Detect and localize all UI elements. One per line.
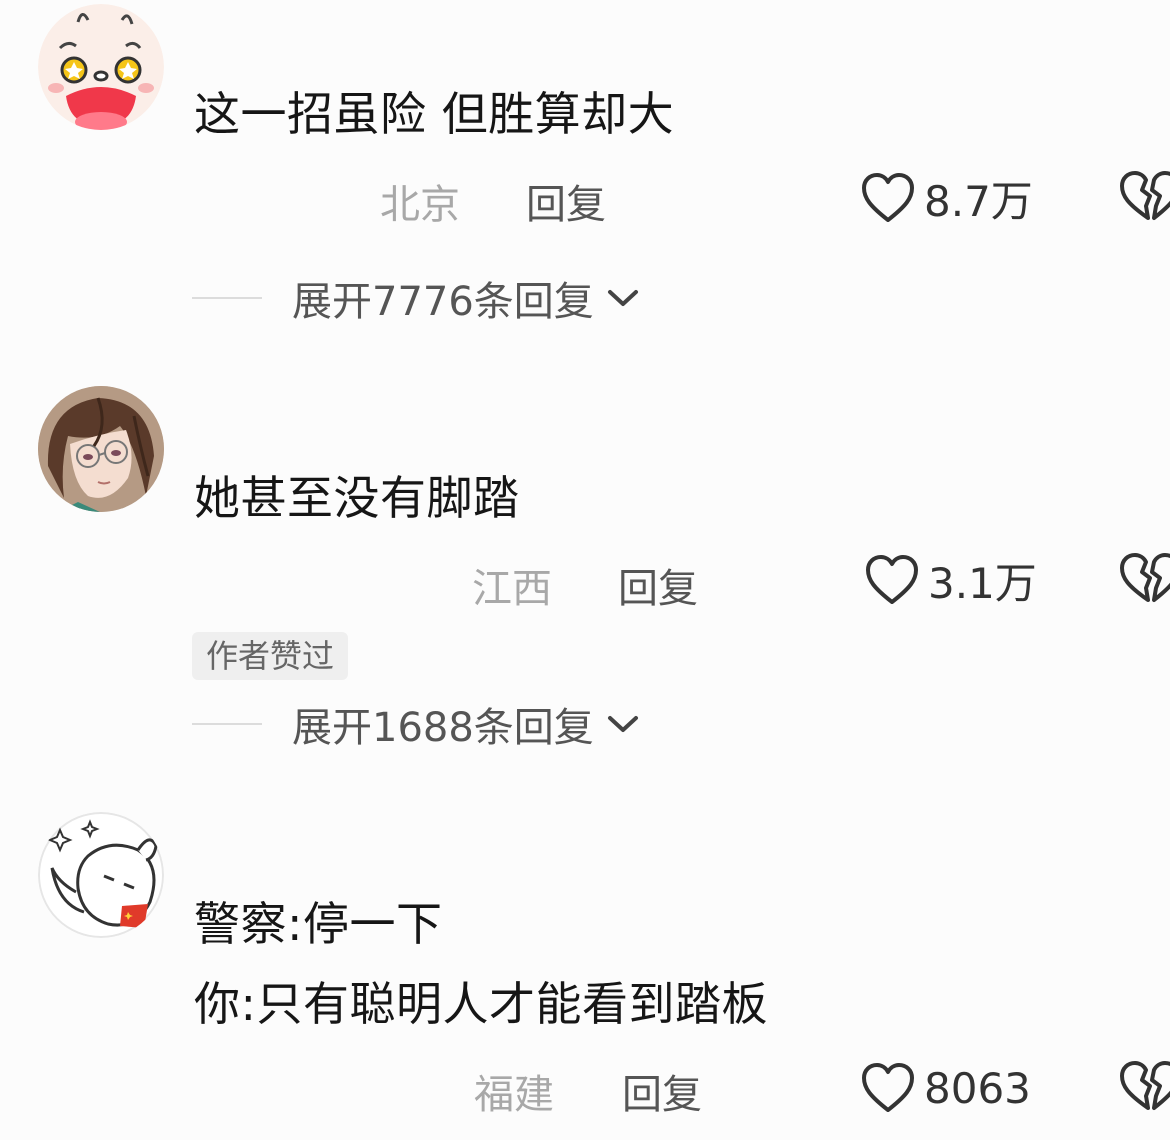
- comment-location: 福建: [474, 1072, 554, 1118]
- author-liked-badge: 作者赞过: [192, 632, 349, 680]
- divider-line: [192, 297, 262, 299]
- avatar-bunny[interactable]: [38, 4, 164, 130]
- avatar-line-rabbit[interactable]: [38, 812, 164, 938]
- reply-button[interactable]: 回复: [526, 172, 606, 230]
- comment-text-line-2: 你:只有聪明人才能看到踏板: [194, 977, 768, 1031]
- dislike-button[interactable]: [1114, 550, 1170, 606]
- chevron-down-icon: [607, 716, 638, 732]
- avatar-anime[interactable]: [38, 386, 164, 512]
- like-button[interactable]: 8063: [860, 1058, 1031, 1118]
- reply-button[interactable]: 回复: [622, 1062, 702, 1120]
- comment-text: 这一招虽险 但胜算却大: [194, 87, 675, 141]
- expand-replies-label: 展开7776条回复: [292, 279, 594, 325]
- expand-replies[interactable]: 展开1688条回复: [192, 694, 640, 754]
- heart-outline-icon: [862, 173, 914, 222]
- like-count: 8063: [924, 1063, 1031, 1113]
- dislike-button[interactable]: [1114, 168, 1170, 224]
- like-count: 8.7万: [924, 176, 1033, 226]
- broken-heart-icon: [1120, 553, 1170, 602]
- dislike-button[interactable]: [1114, 1058, 1170, 1114]
- heart-outline-icon: [862, 1063, 914, 1112]
- like-button[interactable]: 8.7万: [860, 168, 1033, 228]
- broken-heart-icon: [1120, 171, 1170, 220]
- expand-replies-label: 展开1688条回复: [292, 705, 594, 751]
- broken-heart-icon: [1120, 1061, 1170, 1110]
- comment-location: 北京: [380, 182, 460, 228]
- expand-replies[interactable]: 展开7776条回复: [192, 268, 640, 328]
- heart-outline-icon: [866, 555, 918, 604]
- comment-location: 江西: [472, 566, 552, 612]
- like-count: 3.1万: [928, 558, 1037, 608]
- comment-text-line-1: 警察:停一下: [194, 897, 443, 951]
- comment-text: 她甚至没有脚踏: [194, 471, 520, 525]
- like-button[interactable]: 3.1万: [864, 550, 1037, 610]
- divider-line: [192, 723, 262, 725]
- chevron-down-icon: [607, 290, 638, 306]
- reply-button[interactable]: 回复: [618, 556, 698, 614]
